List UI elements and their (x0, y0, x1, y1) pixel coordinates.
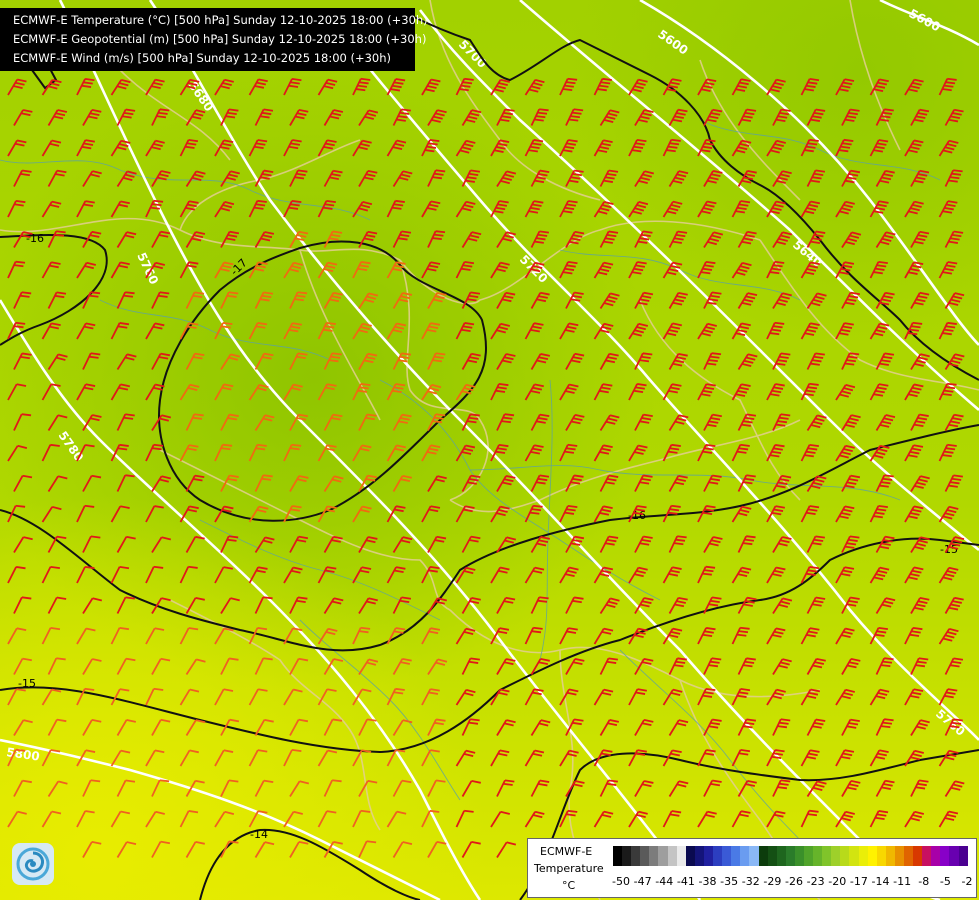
legend-tick: -14 (871, 875, 890, 888)
legend-swatch (667, 846, 677, 866)
legend-tick: -32 (741, 875, 760, 888)
legend-tick: -17 (849, 875, 868, 888)
legend-swatch (940, 846, 950, 866)
legend-swatch (694, 846, 704, 866)
legend-swatch (885, 846, 895, 866)
legend-swatch (722, 846, 732, 866)
legend-tick: -29 (763, 875, 782, 888)
legend-swatch (740, 846, 750, 866)
wind-title: ECMWF-E Wind (m/s) [500 hPa] Sunday 12-1… (13, 51, 392, 65)
legend-tick: -41 (676, 875, 695, 888)
legend-swatch (813, 846, 823, 866)
temperature-title: ECMWF-E Temperature (°C) [500 hPa] Sunda… (13, 13, 428, 27)
legend-unit: °C (562, 879, 576, 892)
legend-swatch (785, 846, 795, 866)
legend-swatch (658, 846, 668, 866)
legend-swatch (613, 846, 623, 866)
legend-tick: -26 (785, 875, 803, 888)
legend-swatch (767, 846, 777, 866)
temperature-legend: ECMWF-E Temperature °C -50 -47 -44 -41 -38 -3… (527, 838, 977, 898)
ecmwf-logo-icon (12, 843, 54, 885)
legend-swatch (913, 846, 923, 866)
legend-swatch (649, 846, 659, 866)
map-title-box: ECMWF-E Temperature (°C) [500 hPa] Sunda… (0, 8, 428, 71)
legend-swatch (803, 846, 814, 866)
temperature-label: -15 (18, 677, 36, 690)
weather-map[interactable]: 5600 5600 5640 5680 5700 5720 5760 5760 … (0, 0, 979, 900)
legend-variable: Temperature (534, 862, 604, 875)
legend-swatch (958, 846, 968, 866)
legend-tick: -2 (961, 875, 973, 888)
legend-swatch (840, 846, 850, 866)
legend-swatch (904, 846, 914, 866)
legend-swatch (867, 846, 877, 866)
geopotential-title: ECMWF-E Geopotential (m) [500 hPa] Sunda… (13, 32, 427, 46)
legend-tick: -11 (893, 875, 912, 888)
legend-swatch (794, 846, 804, 866)
legend-tick: -23 (806, 875, 825, 888)
legend-source: ECMWF-E (540, 845, 593, 858)
legend-tick: -20 (828, 875, 847, 888)
legend-swatch (922, 846, 932, 866)
temperature-label: -14 (250, 828, 268, 841)
legend-swatch (622, 846, 632, 866)
legend-swatch (894, 846, 904, 866)
legend-swatch (631, 846, 641, 866)
legend-tick: -38 (698, 875, 717, 888)
legend-swatch (876, 846, 886, 866)
legend-swatch (749, 846, 759, 866)
legend-swatch (949, 846, 959, 866)
legend-tick: -44 (655, 875, 674, 888)
legend-swatch (822, 846, 832, 866)
legend-swatch (640, 846, 650, 866)
legend-swatch (676, 846, 686, 866)
legend-ticks: -50 -47 -44 -41 -38 -35 -32 -29 -26 -23 -20 -17 -14-… (612, 875, 973, 889)
legend-swatch (858, 846, 868, 866)
legend-swatch (713, 846, 723, 866)
legend-tick: -47 (633, 875, 652, 888)
legend-color-scale (613, 846, 968, 866)
legend-swatch (776, 846, 786, 866)
legend-tick: -8 (918, 875, 930, 888)
legend-swatch (831, 846, 841, 866)
legend-swatch (849, 846, 859, 866)
legend-swatch (931, 846, 941, 866)
legend-tick: -35 (720, 875, 739, 888)
legend-swatch (685, 846, 695, 866)
legend-swatch (703, 846, 714, 866)
legend-swatch (731, 846, 741, 866)
legend-tick: -5 (939, 875, 951, 888)
legend-tick: -50 (612, 875, 630, 888)
legend-swatch (758, 846, 768, 866)
